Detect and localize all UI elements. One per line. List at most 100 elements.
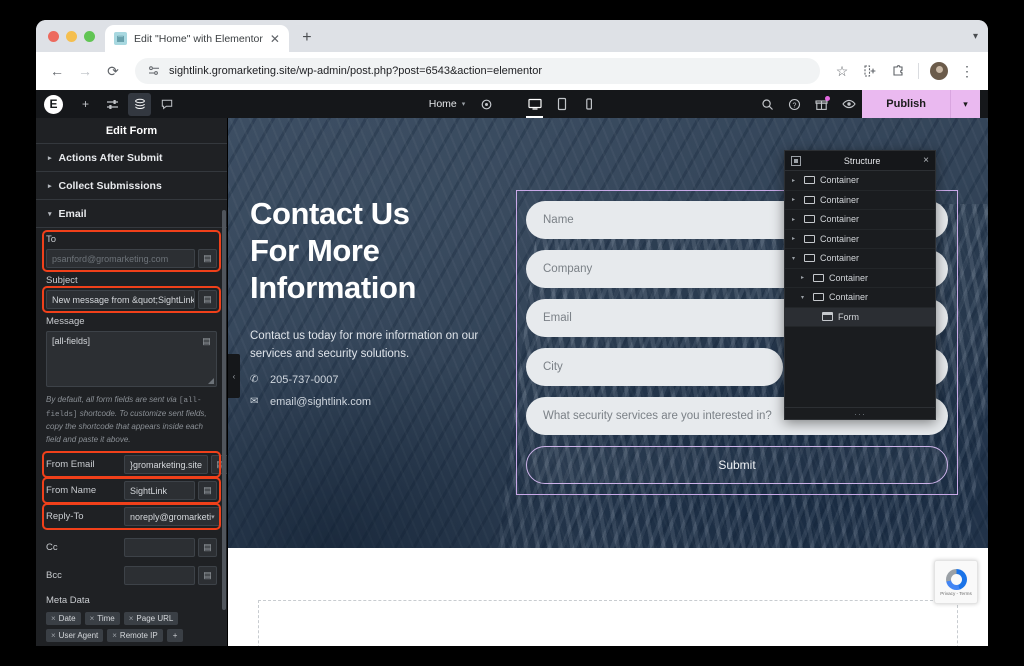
page-selector[interactable]: Home ▾ — [423, 98, 472, 110]
profile-avatar[interactable] — [930, 62, 948, 80]
remove-icon[interactable]: × — [112, 631, 117, 640]
puzzle-extensions-icon[interactable] — [885, 58, 911, 84]
gift-icon[interactable] — [810, 93, 833, 116]
structure-row-container[interactable]: ▸ Container — [785, 269, 935, 288]
close-icon[interactable]: × — [923, 155, 929, 166]
from-name-input[interactable]: SightLink — [124, 481, 195, 501]
section-actions-after-submit[interactable]: ▸ Actions After Submit — [36, 144, 227, 172]
close-window-button[interactable] — [48, 30, 59, 42]
remove-icon[interactable]: × — [51, 631, 56, 640]
from-email-input[interactable]: }gromarketing.site — [124, 455, 209, 475]
section-email[interactable]: ▾ Email — [36, 200, 227, 228]
field-cc: Cc ▤ — [46, 538, 217, 558]
chevron-right-icon[interactable]: ▸ — [801, 274, 808, 281]
submit-button[interactable]: Submit — [526, 446, 948, 484]
form-field-city[interactable]: City — [526, 348, 783, 386]
field-message: Message [all-fields] ▤ — [46, 316, 217, 387]
reply-to-select[interactable]: noreply@gromarketi ▾ — [124, 507, 221, 527]
structure-row-container[interactable]: ▸ Container — [785, 230, 935, 249]
subject-input[interactable]: New message from &quot;SightLink&quot — [46, 290, 195, 309]
meta-tag[interactable]: × User Agent — [46, 629, 104, 643]
message-shortcode-icon[interactable]: ▤ — [199, 334, 214, 349]
structure-row-label: Form — [838, 311, 859, 322]
browser-menu-icon[interactable]: ⋮ — [954, 58, 980, 84]
to-input[interactable]: psanford@gromarketing.com — [46, 249, 195, 268]
structure-row-container[interactable]: ▾ Container — [785, 249, 935, 269]
chevron-right-icon[interactable]: ▸ — [792, 216, 799, 223]
toolbar-actions: ☆ ⋮ — [829, 58, 980, 84]
section-collect-submissions[interactable]: ▸ Collect Submissions — [36, 172, 227, 200]
meta-tag[interactable]: × Date — [46, 612, 81, 626]
from-name-shortcode-icon[interactable]: ▤ — [198, 481, 217, 501]
structure-row-label: Container — [829, 292, 869, 303]
email-line[interactable]: ✉ email@sightlink.com — [250, 396, 498, 408]
structure-row-container[interactable]: ▸ Container — [785, 191, 935, 210]
chevron-right-icon[interactable]: ▸ — [792, 177, 799, 184]
settings-sliders-icon[interactable] — [101, 93, 124, 116]
address-bar[interactable]: sightlink.gromarketing.site/wp-admin/pos… — [135, 58, 820, 84]
bookmark-star-icon[interactable]: ☆ — [829, 58, 855, 84]
recaptcha-badge[interactable]: Privacy - Terms — [934, 560, 978, 604]
from-email-row: }gromarketing.site ▤ — [124, 455, 227, 475]
to-shortcode-icon[interactable]: ▤ — [198, 249, 217, 268]
page-info-icon[interactable] — [147, 64, 161, 78]
add-meta-tag-button[interactable]: + — [166, 629, 184, 643]
elementor-logo-icon[interactable]: E — [44, 94, 63, 114]
preview-eye-icon[interactable] — [837, 93, 860, 116]
panel-scroll-area[interactable]: ▸ Actions After Submit ▸ Collect Submiss… — [36, 144, 227, 646]
cc-label: Cc — [46, 542, 58, 554]
panel-scrollbar[interactable] — [222, 210, 226, 610]
meta-tag[interactable]: × Remote IP — [107, 629, 163, 643]
maximize-window-button[interactable] — [84, 30, 95, 42]
panel-collapse-handle[interactable]: ‹ — [228, 354, 240, 398]
split-screen-icon[interactable] — [857, 58, 883, 84]
structure-row-container[interactable]: ▸ Container — [785, 171, 935, 191]
chevron-right-icon[interactable]: ▸ — [792, 196, 799, 203]
remove-icon[interactable]: × — [129, 614, 134, 623]
meta-tag-label: Time — [97, 614, 115, 624]
chevron-right-icon[interactable]: ▸ — [792, 235, 799, 242]
bcc-shortcode-icon[interactable]: ▤ — [198, 566, 217, 586]
hint-part-a: By default, all form fields are sent via — [46, 395, 179, 404]
device-desktop-icon[interactable] — [522, 90, 547, 118]
reload-icon[interactable]: ⟳ — [100, 58, 126, 84]
remove-icon[interactable]: × — [90, 614, 95, 623]
meta-tag[interactable]: × Time — [84, 612, 120, 626]
new-tab-button[interactable]: + — [294, 25, 320, 51]
forward-icon[interactable]: → — [72, 58, 98, 84]
publish-options-chevron-icon[interactable]: ▾ — [950, 90, 980, 118]
structure-row-form[interactable]: Form — [785, 307, 935, 327]
add-element-icon[interactable]: + — [74, 93, 97, 116]
chevron-right-icon: ▸ — [48, 182, 52, 190]
structure-row-container[interactable]: ▸ Container — [785, 210, 935, 230]
chevron-down-icon[interactable]: ▾ — [792, 255, 799, 262]
close-icon[interactable]: ✕ — [270, 33, 280, 45]
reply-to-row: noreply@gromarketi ▾ — [124, 507, 221, 527]
device-tablet-icon[interactable] — [549, 90, 574, 118]
structure-toggle-icon[interactable] — [791, 155, 801, 166]
cc-input[interactable] — [124, 538, 195, 558]
comments-icon[interactable] — [155, 93, 178, 116]
subject-shortcode-icon[interactable]: ▤ — [198, 290, 217, 309]
meta-tag[interactable]: × Page URL — [123, 612, 179, 626]
phone-line[interactable]: ✆ 205-737-0007 — [250, 374, 498, 386]
remove-icon[interactable]: × — [51, 614, 56, 623]
empty-container-placeholder[interactable] — [258, 600, 958, 646]
page-settings-gear-icon[interactable] — [475, 93, 498, 116]
search-icon[interactable] — [756, 93, 779, 116]
cc-shortcode-icon[interactable]: ▤ — [198, 538, 217, 558]
structure-row-container[interactable]: ▾ Container — [785, 288, 935, 308]
browser-tab[interactable]: ▤ Edit "Home" with Elementor ✕ — [105, 25, 289, 52]
structure-resize-handle[interactable]: ··· — [785, 407, 935, 419]
structure-row-label: Container — [820, 233, 860, 244]
minimize-window-button[interactable] — [66, 30, 77, 42]
publish-button[interactable]: Publish — [862, 90, 950, 118]
help-icon[interactable]: ? — [783, 93, 806, 116]
message-textarea[interactable]: [all-fields] ▤ — [46, 331, 217, 387]
bcc-input[interactable] — [124, 566, 195, 586]
tabstrip-menu-button[interactable]: ▾ — [973, 20, 988, 52]
navigator-layers-icon[interactable] — [128, 92, 151, 116]
back-icon[interactable]: ← — [44, 58, 70, 84]
chevron-down-icon[interactable]: ▾ — [801, 294, 808, 301]
device-mobile-icon[interactable] — [576, 90, 601, 118]
